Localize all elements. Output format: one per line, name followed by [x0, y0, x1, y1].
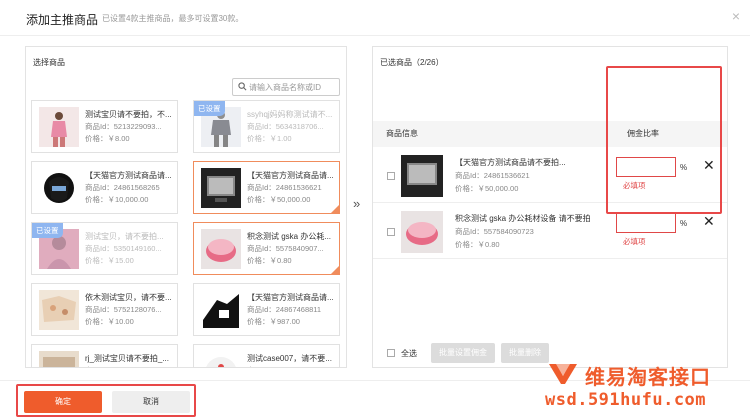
- product-price: 价格：￥987.00: [247, 317, 300, 326]
- product-card[interactable]: rj_测试宝贝请不要拍_... 商品Id：5665110094...: [31, 344, 178, 368]
- product-price: 价格：￥50,000.00: [247, 195, 311, 204]
- product-thumbnail: [201, 351, 241, 367]
- product-name: 测试case007，请不要...: [247, 354, 332, 363]
- batch-delete-button[interactable]: 批量删除: [501, 343, 549, 363]
- selected-corner-marker: [331, 266, 339, 274]
- row-checkbox[interactable]: [387, 228, 395, 236]
- product-id: 商品Id：24861536621: [247, 183, 322, 192]
- dialog-subtitle: 已设置4款主推商品，最多可设置30款。: [102, 14, 244, 23]
- watermark-url: wsd.591hufu.com: [545, 390, 707, 410]
- product-name: 测试宝贝请不要拍，不...: [85, 110, 172, 119]
- product-card[interactable]: 测试宝贝请不要拍，不... 商品Id：5213229093... 价格：￥8.0…: [31, 100, 178, 153]
- product-id: 商品Id：5350149160...: [85, 244, 162, 253]
- product-id: 商品Id：5752128076...: [85, 305, 162, 314]
- product-card[interactable]: 已设置 测试宝贝，请不要拍... 商品Id：5350149160... 价格：￥…: [31, 222, 178, 275]
- product-thumbnail: [401, 155, 443, 197]
- required-hint: 必填项: [623, 237, 646, 246]
- product-id: 商品Id：5745501003...: [247, 365, 337, 367]
- product-id: 商品Id：24867468811: [247, 305, 322, 314]
- product-thumbnail: [39, 168, 79, 208]
- product-card[interactable]: 【天猫官方测试商品请... 商品Id：24867468811 价格：￥987.0…: [193, 283, 340, 336]
- product-name: rj_测试宝贝请不要拍_...: [85, 354, 170, 363]
- product-price: 价格：￥1.00: [247, 134, 292, 143]
- transfer-arrow-icon[interactable]: »: [353, 196, 360, 211]
- product-thumbnail: [39, 351, 79, 367]
- product-price: 价格：￥10.00: [85, 317, 134, 326]
- batch-set-commission-button[interactable]: 批量设置佣金: [431, 343, 495, 363]
- dialog-title: 添加主推商品: [26, 13, 99, 27]
- product-card[interactable]: 积念测试 gska 办公耗... 商品Id：5575840907... 价格：￥…: [193, 222, 340, 275]
- product-name: 依木测试宝贝，请不要...: [85, 293, 172, 302]
- product-price: 价格：￥10,000.00: [85, 195, 149, 204]
- product-name: ssyhqj妈妈称测试请不...: [247, 110, 333, 119]
- product-price: 价格：￥8.00: [85, 134, 130, 143]
- product-id: 商品Id：24861568265: [85, 183, 160, 192]
- status-badge: 已设置: [32, 223, 63, 238]
- product-card[interactable]: 【天猫官方测试商品请... 商品Id：24861568265 价格：￥10,00…: [31, 161, 178, 214]
- status-badge: 已设置: [194, 101, 225, 116]
- product-price: 价格：￥0.80: [247, 256, 292, 265]
- product-name: 【天猫官方测试商品请不要拍...: [455, 158, 566, 167]
- dialog-header: 添加主推商品 已设置4款主推商品，最多可设置30款。 ×: [0, 0, 750, 36]
- product-id: 商品Id：5665110094...: [85, 365, 175, 367]
- product-name: 积念测试 gska 办公耗...: [247, 232, 332, 241]
- close-icon[interactable]: ×: [732, 8, 740, 24]
- selected-corner-marker: [331, 205, 339, 213]
- product-thumbnail: [39, 290, 79, 330]
- product-picker-panel: 选择商品 测试宝贝请不要拍，不... 商品Id：5213229093... 价格…: [25, 46, 347, 368]
- product-id: 商品Id：24861536621: [455, 171, 530, 180]
- select-all-label: 全选: [401, 349, 417, 358]
- confirm-button[interactable]: 确定: [24, 391, 102, 413]
- commission-rate-input[interactable]: [616, 213, 676, 233]
- product-price: 价格：￥0.80: [455, 240, 500, 249]
- column-product-info: 商品信息: [386, 129, 418, 138]
- product-card[interactable]: 测试case007，请不要... 商品Id：5745501003...: [193, 344, 340, 368]
- product-id: 商品Id：5213229093...: [85, 122, 162, 131]
- product-thumbnail: [401, 211, 443, 253]
- product-name: 【天猫官方测试商品请...: [247, 293, 334, 302]
- product-price: 价格：￥15.00: [85, 256, 134, 265]
- product-card[interactable]: 已设置 ssyhqj妈妈称测试请不... 商品Id：5634318706... …: [193, 100, 340, 153]
- product-thumbnail: [201, 290, 241, 330]
- delete-icon[interactable]: ✕: [703, 213, 715, 230]
- product-card[interactable]: 【天猫官方测试商品请... 商品Id：24861536621 价格：￥50,00…: [193, 161, 340, 214]
- search-box[interactable]: [232, 78, 340, 96]
- row-checkbox[interactable]: [387, 172, 395, 180]
- cancel-button[interactable]: 取消: [112, 391, 190, 413]
- search-icon: [238, 82, 247, 91]
- panel-heading: 已选商品（2/26）: [380, 58, 444, 67]
- product-name: 测试宝贝，请不要拍...: [85, 232, 164, 241]
- product-thumbnail: [201, 168, 241, 208]
- watermark-text: 维易淘客接口: [585, 365, 711, 389]
- product-card[interactable]: 依木测试宝贝，请不要... 商品Id：5752128076... 价格：￥10.…: [31, 283, 178, 336]
- product-id: 商品Id：557584090723: [455, 227, 534, 236]
- search-input[interactable]: [249, 80, 337, 94]
- product-thumbnail: [39, 107, 79, 147]
- product-thumbnail: [201, 229, 241, 269]
- product-name: 【天猫官方测试商品请...: [247, 171, 334, 180]
- panel-heading: 选择商品: [33, 58, 65, 67]
- watermark: 维易淘客接口 wsd.591hufu.com: [545, 358, 745, 416]
- percent-unit: %: [680, 219, 688, 228]
- product-price: 价格：￥50,000.00: [455, 184, 519, 193]
- product-id: 商品Id：5575840907...: [247, 244, 324, 253]
- watermark-logo-icon: [549, 364, 577, 384]
- commission-highlight-box: [606, 66, 722, 214]
- product-name: 【天猫官方测试商品请...: [85, 171, 172, 180]
- product-id: 商品Id：5634318706...: [247, 122, 324, 131]
- select-all-checkbox[interactable]: [387, 349, 395, 357]
- product-name: 积念测试 gska 办公耗材设备 请不要拍: [455, 214, 591, 223]
